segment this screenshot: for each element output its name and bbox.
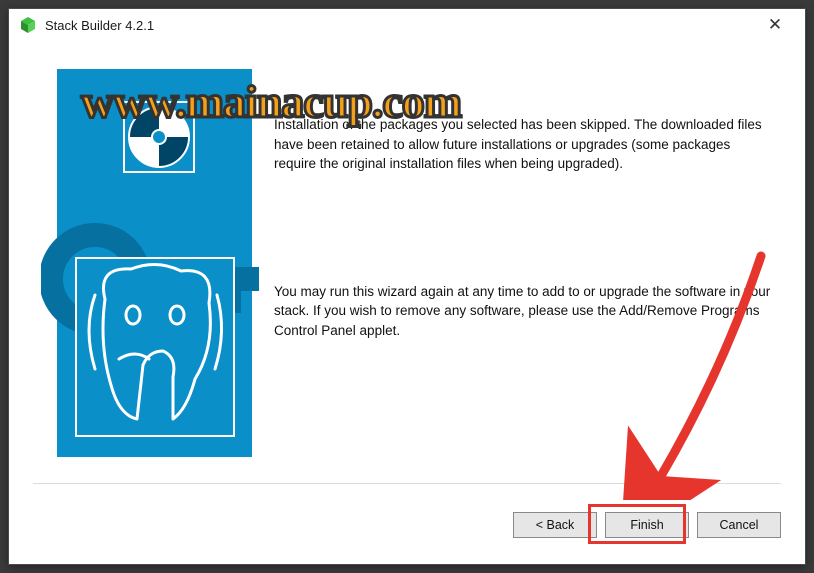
cancel-button[interactable]: Cancel [697,512,781,538]
footer-separator [33,483,781,484]
wizard-content: Installation of the packages you selecte… [274,69,781,464]
finish-button[interactable]: Finish [605,512,689,538]
titlebar: Stack Builder 4.2.1 ✕ [9,9,805,41]
dialog-window: Stack Builder 4.2.1 ✕ www.mainacup.com [8,8,806,565]
rerun-message: You may run this wizard again at any tim… [274,282,774,341]
watermark-text: www.mainacup.com [81,75,461,128]
close-icon[interactable]: ✕ [755,15,795,35]
window-title: Stack Builder 4.2.1 [45,18,755,33]
button-row: < Back Finish Cancel [513,512,781,538]
back-button[interactable]: < Back [513,512,597,538]
app-icon [19,16,37,34]
